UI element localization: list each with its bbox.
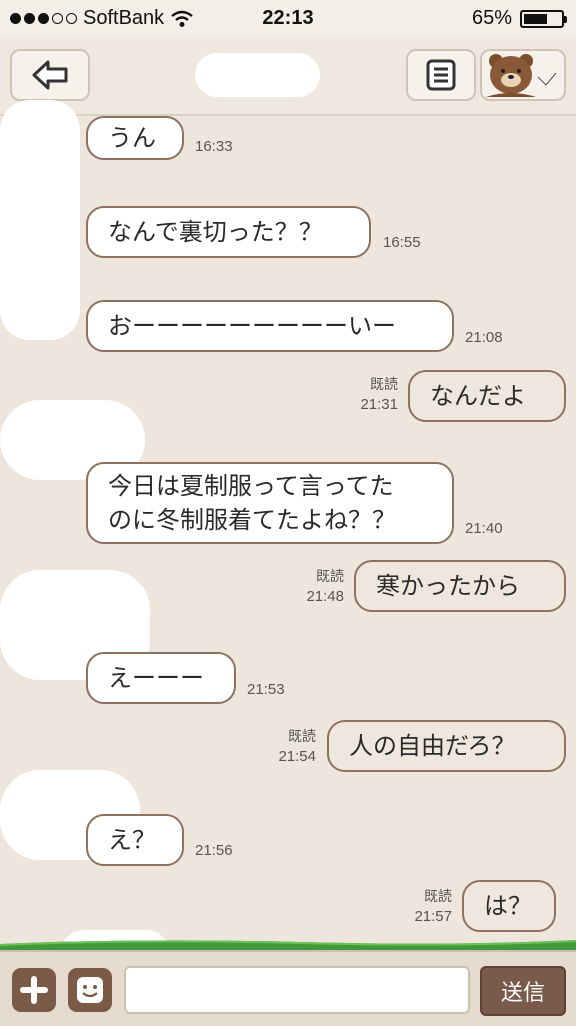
plus-icon	[20, 976, 48, 1004]
battery-icon	[520, 9, 567, 28]
smiley-icon	[77, 977, 103, 1003]
message-time: 21:40	[465, 520, 503, 537]
message-bubble[interactable]: えーーー	[86, 652, 236, 704]
battery-area: 65%	[471, 7, 567, 30]
message-time: 16:55	[383, 234, 421, 251]
input-bar: 送信	[0, 950, 576, 1026]
chat-header	[0, 36, 576, 116]
message-time: 21:56	[195, 842, 233, 859]
send-button[interactable]: 送信	[480, 966, 566, 1016]
message-bubble-sent[interactable]: は？	[462, 880, 556, 932]
menu-button[interactable]	[406, 49, 476, 101]
message-bubble[interactable]: なんで裏切った？？	[86, 206, 371, 258]
sticker-button[interactable]	[68, 968, 112, 1012]
bear-sticker-icon	[486, 54, 558, 97]
message-bubble[interactable]: おーーーーーーーーーいー	[86, 300, 454, 352]
message-bubble-sent[interactable]: 人の自由だろ？	[327, 720, 566, 772]
message-input[interactable]	[124, 966, 470, 1014]
friend-button[interactable]	[480, 49, 566, 101]
status-bar: SoftBank 22:13 65%	[0, 0, 576, 36]
back-button[interactable]	[10, 49, 90, 101]
back-arrow-icon	[32, 60, 68, 90]
message-bubble[interactable]: え？	[86, 814, 184, 866]
message-time: 21:08	[465, 329, 503, 346]
message-bubble[interactable]: うん	[86, 116, 184, 160]
read-receipt: 既読 21:48	[306, 569, 344, 605]
message-time: 21:53	[247, 681, 285, 698]
message-bubble-sent[interactable]: 寒かったから	[354, 560, 566, 612]
read-receipt: 既読 21:57	[414, 889, 452, 925]
plus-button[interactable]	[12, 968, 56, 1012]
message-bubble[interactable]: 今日は夏制服って言ってた のに冬制服着てたよね？？	[86, 462, 454, 544]
message-bubble-sent[interactable]: なんだよ	[408, 370, 566, 422]
contact-name-redacted	[195, 53, 320, 97]
message-time: 16:33	[195, 138, 233, 155]
avatar-redacted	[0, 100, 80, 340]
battery-percent: 65%	[471, 7, 512, 29]
menu-list-icon	[426, 59, 456, 91]
read-receipt: 既読 21:31	[360, 377, 398, 413]
read-receipt: 既読 21:54	[278, 729, 316, 765]
